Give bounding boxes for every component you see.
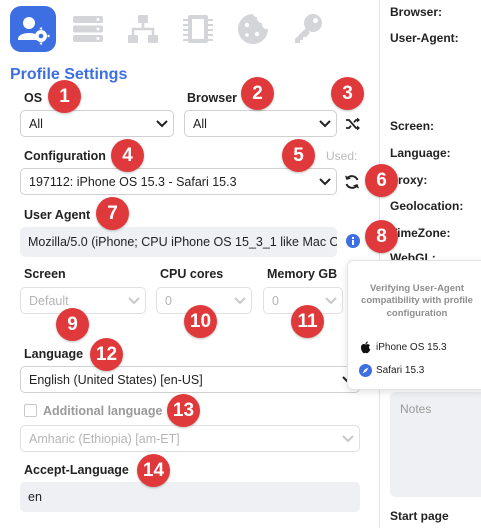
- chevron-down-icon: [337, 426, 359, 451]
- summary-user-agent-label: User-Agent:: [390, 31, 459, 45]
- language-select[interactable]: English (United States) [en-US]: [20, 366, 360, 393]
- refresh-button[interactable]: [342, 172, 362, 192]
- additional-language-label: Additional language: [43, 404, 163, 418]
- screen-select[interactable]: Default: [20, 287, 146, 314]
- callout-badge: 1: [48, 80, 81, 113]
- chevron-down-icon: [151, 111, 173, 136]
- info-button[interactable]: [344, 232, 362, 250]
- network-icon: [128, 15, 158, 43]
- safari-icon: [358, 363, 372, 377]
- browser-label: Browser: [187, 91, 238, 105]
- key-icon: [295, 14, 322, 43]
- summary-browser-label: Browser:: [390, 5, 443, 19]
- callout-badge: 10: [184, 305, 217, 338]
- chevron-down-icon: [314, 111, 336, 136]
- summary-language-label: Language:: [390, 146, 451, 160]
- cookie-icon: [238, 14, 268, 44]
- tab-keys[interactable]: [285, 6, 331, 52]
- os-select[interactable]: All: [20, 110, 174, 137]
- user-settings-icon: [18, 17, 50, 45]
- tooltip-os-row: iPhone OS 15.3: [358, 340, 447, 354]
- memory-chip-icon: [183, 15, 213, 43]
- language-select-value: English (United States) [en-US]: [29, 372, 203, 387]
- callout-badge: 7: [96, 197, 129, 230]
- browser-select-value: All: [193, 116, 207, 131]
- browser-select[interactable]: All: [184, 110, 337, 137]
- used-label: Used:: [326, 149, 358, 163]
- accept-language-label: Accept-Language: [24, 463, 129, 477]
- server-icon: [73, 16, 103, 42]
- screen-label: Screen: [24, 267, 66, 281]
- tab-profile[interactable]: [10, 6, 56, 52]
- tab-server[interactable]: [65, 6, 111, 52]
- callout-badge: 5: [282, 139, 315, 172]
- callout-badge: 13: [167, 394, 200, 427]
- accept-language-field[interactable]: en: [20, 482, 360, 512]
- callout-badge: 2: [241, 77, 274, 110]
- settings-tabs: [10, 6, 340, 54]
- refresh-icon: [345, 175, 359, 189]
- configuration-select-value: 197112: iPhone OS 15.3 - Safari 15.3: [29, 174, 237, 189]
- configuration-select[interactable]: 197112: iPhone OS 15.3 - Safari 15.3: [20, 168, 337, 195]
- info-icon: [346, 234, 360, 248]
- chevron-down-icon: [229, 288, 251, 313]
- callout-badge: 14: [137, 454, 170, 487]
- tab-network[interactable]: [120, 6, 166, 52]
- additional-language-select[interactable]: Amharic (Ethiopia) [am-ET]: [20, 425, 360, 452]
- tab-cookies[interactable]: [230, 6, 276, 52]
- shuffle-button[interactable]: [343, 114, 363, 134]
- summary-geolocation-label: Geolocation:: [390, 199, 464, 213]
- start-page-label: Start page: [390, 509, 449, 523]
- tooltip-message: Verifying User-Agent compatibility with …: [361, 283, 473, 319]
- os-select-value: All: [29, 116, 43, 131]
- tooltip-browser-value: Safari 15.3: [376, 364, 425, 376]
- notes-field[interactable]: Notes: [390, 392, 481, 497]
- tab-hardware[interactable]: [175, 6, 221, 52]
- tooltip-os-value: iPhone OS 15.3: [376, 341, 447, 353]
- callout-badge: 11: [291, 305, 324, 338]
- os-label: OS: [24, 91, 43, 105]
- language-label: Language: [24, 347, 84, 361]
- ua-compatibility-tooltip: Verifying User-Agent compatibility with …: [347, 260, 481, 390]
- additional-language-checkbox[interactable]: [24, 404, 37, 417]
- apple-icon: [358, 340, 372, 354]
- callout-badge: 4: [111, 139, 144, 172]
- summary-screen-label: Screen:: [390, 119, 435, 133]
- memory-label: Memory GB: [267, 267, 338, 281]
- notes-placeholder: Notes: [400, 402, 432, 416]
- callout-badge: 8: [365, 220, 398, 253]
- user-agent-field[interactable]: Mozilla/5.0 (iPhone; CPU iPhone OS 15_3_…: [20, 227, 337, 257]
- tooltip-browser-row: Safari 15.3: [358, 363, 424, 377]
- chevron-down-icon: [314, 169, 336, 194]
- callout-badge: 12: [90, 338, 123, 371]
- summary-timezone-label: TimeZone:: [390, 226, 451, 240]
- chevron-down-icon: [320, 288, 342, 313]
- callout-badge: 3: [331, 77, 364, 110]
- shuffle-icon: [346, 117, 360, 131]
- chevron-down-icon: [123, 288, 145, 313]
- callout-badge: 6: [365, 164, 398, 197]
- screen-select-value: Default: [29, 293, 69, 308]
- configuration-label: Configuration: [24, 149, 106, 163]
- cpu-cores-label: CPU cores: [160, 267, 224, 281]
- callout-badge: 9: [56, 308, 89, 341]
- user-agent-label: User Agent: [24, 208, 91, 222]
- additional-language-select-value: Amharic (Ethiopia) [am-ET]: [29, 431, 180, 446]
